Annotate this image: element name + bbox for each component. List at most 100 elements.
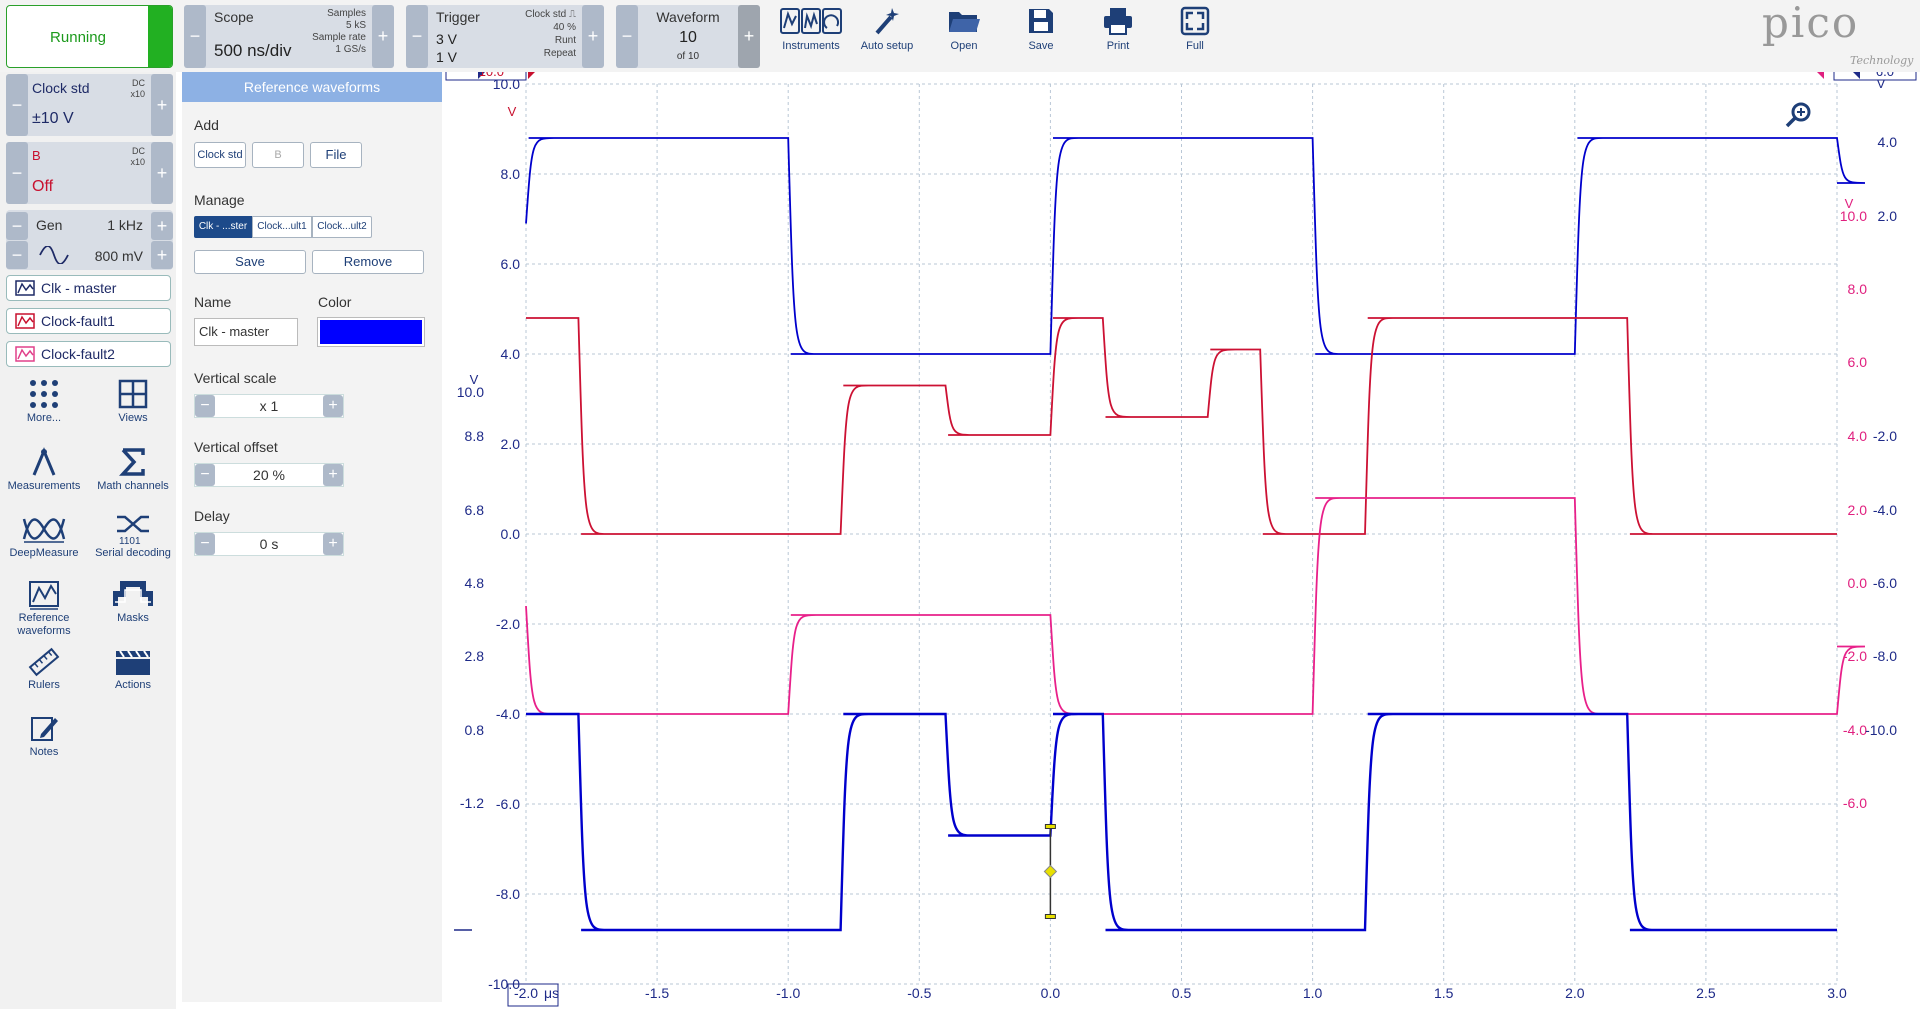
scope-graph[interactable]: 10.0 8.0 6.0 4.0 2.0 0.0 -2.0 -4.0 -6.0 -8.0 -10.0… <box>444 72 1920 1009</box>
notes-button[interactable]: Notes <box>4 714 84 759</box>
axis1-tick-label: 6.0 <box>501 256 521 272</box>
ref-waveform-clock-fault1[interactable]: Clock-fault1 <box>6 308 171 334</box>
reference-panel-title: Reference waveforms <box>182 72 442 102</box>
more-button[interactable]: More... <box>4 378 84 425</box>
toolbar: Running − Scope 500 ns/div Samples 5 kS … <box>0 0 1920 72</box>
manage-tab-clock-fault1[interactable]: Clock...ult1 <box>252 216 312 238</box>
channel-b-control[interactable]: − B DC x10 Off + <box>6 142 173 204</box>
save-button[interactable]: Save <box>1006 6 1076 66</box>
trigger-edge-icon: ⎍ <box>569 9 576 20</box>
scope-control: − Scope 500 ns/div Samples 5 kS Sample r… <box>184 5 394 68</box>
x-axis-tick-label: 0.0 <box>1041 985 1061 1001</box>
add-file-button[interactable]: File <box>310 142 362 168</box>
vertical-offset-value[interactable]: 20 % <box>215 464 323 486</box>
rulers-button[interactable]: Rulers <box>4 647 84 692</box>
views-button[interactable]: Views <box>93 378 173 425</box>
axis3-offset-handle[interactable] <box>1816 72 1824 79</box>
print-button[interactable]: Print <box>1083 6 1153 66</box>
instruments-icon <box>780 8 842 34</box>
delay-value[interactable]: 0 s <box>215 533 323 555</box>
delay-increase[interactable]: + <box>323 533 343 555</box>
x-axis-tick-label: -1.0 <box>776 985 800 1001</box>
trigger-level[interactable]: 3 V <box>436 31 457 47</box>
trigger-marker-bottom[interactable] <box>1044 914 1056 919</box>
reference-waveforms-panel: Reference waveforms Add Clock std B File… <box>182 72 442 1002</box>
timebase-decrease-button[interactable]: − <box>184 5 206 68</box>
serial-decoding-button[interactable]: 1101 Serial decoding <box>93 513 173 560</box>
gen-freq-decrease[interactable]: − <box>6 212 28 240</box>
gen-freq-increase[interactable]: + <box>151 212 173 240</box>
ref-waveform-clk-master[interactable]: Clk - master <box>6 275 171 301</box>
trace-clk-master-top[interactable] <box>525 137 1866 355</box>
instruments-button[interactable]: Instruments <box>776 6 846 66</box>
reference-name-input[interactable]: Clk - master <box>194 318 298 346</box>
scope-samples: Samples 5 kS Sample rate 1 GS/s <box>312 8 366 55</box>
delay-label: Delay <box>194 508 230 524</box>
trigger-level2[interactable]: 1 V <box>436 49 457 65</box>
timebase-increase-button[interactable]: + <box>372 5 394 68</box>
full-screen-button[interactable]: Full <box>1160 6 1230 66</box>
channel-b-range[interactable]: Off <box>32 178 53 196</box>
deepmeasure-button[interactable]: DeepMeasure <box>4 513 84 560</box>
channel-a-name: Clock std <box>32 80 90 96</box>
masks-button[interactable]: Masks <box>93 580 173 625</box>
axis4-tick-label: -6.0 <box>1873 575 1897 591</box>
gen-amp-increase[interactable]: + <box>151 241 173 269</box>
trigger-marker-diamond[interactable] <box>1043 864 1058 879</box>
zoom-icon[interactable] <box>1785 102 1811 128</box>
channel-a-range-increase[interactable]: + <box>151 74 173 136</box>
axis1-tick-label: 8.0 <box>501 166 521 182</box>
gen-amplitude[interactable]: 800 mV <box>95 248 143 264</box>
x-axis-tick-label: 2.0 <box>1565 985 1585 1001</box>
axis4-tick-label: 2.0 <box>1878 208 1898 224</box>
axis4-top-value: 6.0 <box>1876 72 1894 79</box>
sigma-icon <box>119 448 145 476</box>
measurements-button[interactable]: Measurements <box>4 446 84 493</box>
more-dots-icon <box>30 380 58 408</box>
axis4-tick-label: 4.0 <box>1878 134 1898 150</box>
scope-view[interactable]: 10.0 8.0 6.0 4.0 2.0 0.0 -2.0 -4.0 -6.0 -8.0 -10.0… <box>444 72 1920 1009</box>
auto-setup-button[interactable]: Auto setup <box>852 6 922 66</box>
channel-a-control[interactable]: − Clock std DC x10 ±10 V + <box>6 74 173 136</box>
actions-button[interactable]: Actions <box>93 647 173 692</box>
vertical-offset-decrease[interactable]: − <box>195 464 215 486</box>
add-clock-std-button[interactable]: Clock std <box>194 142 246 168</box>
remove-reference-button[interactable]: Remove <box>312 250 424 274</box>
waveform-prev-button[interactable]: − <box>616 5 638 68</box>
channel-a-range[interactable]: ±10 V <box>32 110 74 128</box>
vertical-scale-increase[interactable]: + <box>323 395 343 417</box>
axis2-tick-label: 4.8 <box>465 575 485 591</box>
open-button[interactable]: Open <box>929 6 999 66</box>
color-label: Color <box>318 294 352 310</box>
vertical-scale-value[interactable]: x 1 <box>215 395 323 417</box>
axis2-tick-label: -1.2 <box>460 795 484 811</box>
save-reference-button[interactable]: Save <box>194 250 306 274</box>
channel-a-range-decrease[interactable]: − <box>6 74 28 136</box>
axis1-tick-label: 2.0 <box>501 436 521 452</box>
waveform-current[interactable]: 10 <box>638 29 738 47</box>
reference-color-swatch[interactable] <box>317 317 425 347</box>
sine-wave-icon <box>39 246 69 264</box>
ref-waveform-clock-fault2[interactable]: Clock-fault2 <box>6 341 171 367</box>
delay-decrease[interactable]: − <box>195 533 215 555</box>
reference-waveforms-button[interactable]: Reference waveforms <box>4 580 84 638</box>
gen-amp-decrease[interactable]: − <box>6 241 28 269</box>
timebase-value[interactable]: 500 ns/div <box>214 41 292 61</box>
channel-b-range-decrease[interactable]: − <box>6 142 28 204</box>
trigger-marker-top[interactable] <box>1044 824 1056 829</box>
math-channels-button[interactable]: Math channels <box>93 446 173 493</box>
trace-clock-fault2[interactable] <box>525 497 1866 715</box>
vertical-offset-increase[interactable]: + <box>323 464 343 486</box>
waveform-next-button[interactable]: + <box>738 5 760 68</box>
gen-frequency[interactable]: 1 kHz <box>107 217 143 233</box>
trigger-increase-button[interactable]: + <box>582 5 604 68</box>
vertical-scale-decrease[interactable]: − <box>195 395 215 417</box>
printer-icon <box>1104 8 1132 35</box>
manage-tab-clk-master[interactable]: Clk - ...ster <box>194 216 252 238</box>
run-stop-button[interactable]: Running <box>6 5 173 68</box>
channel-b-range-increase[interactable]: + <box>151 142 173 204</box>
axis2-offset-handle[interactable] <box>528 72 536 79</box>
trigger-decrease-button[interactable]: − <box>406 5 428 68</box>
add-b-button[interactable]: B <box>252 142 304 168</box>
manage-tab-clock-fault2[interactable]: Clock...ult2 <box>312 216 372 238</box>
